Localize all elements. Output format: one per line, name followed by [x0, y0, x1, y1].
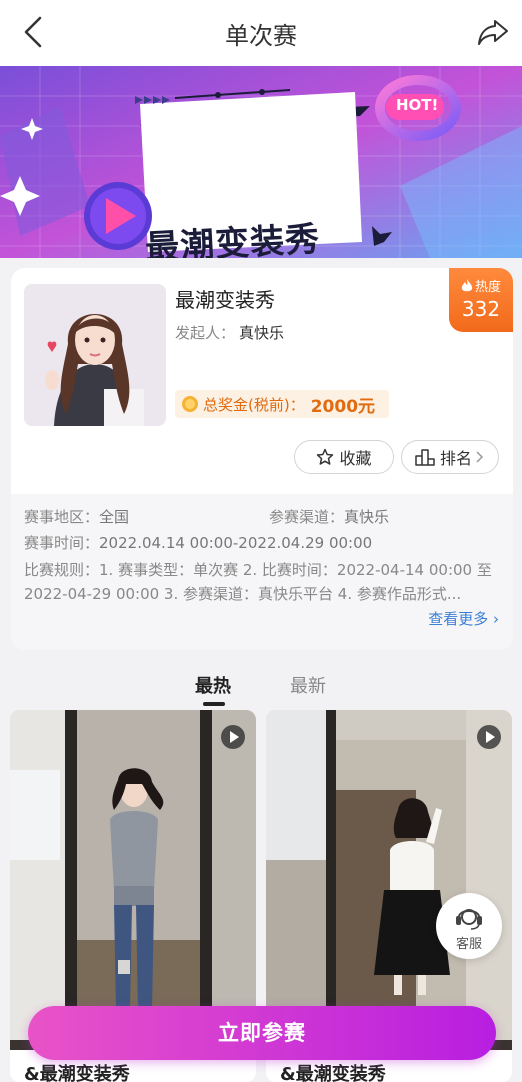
- entry-thumbnail: [266, 710, 512, 1050]
- channel-value: 真快乐: [344, 508, 390, 526]
- customer-service-button[interactable]: 客服: [436, 893, 502, 959]
- entry-thumbnail: [10, 710, 256, 1050]
- favorite-button[interactable]: 收藏: [294, 440, 394, 474]
- coin-icon: [182, 396, 198, 412]
- heat-badge: 热度 332: [449, 268, 513, 332]
- banner-headline: 最潮变装秀: [144, 219, 322, 258]
- play-icon: [221, 725, 245, 749]
- ranking-label: 排名: [439, 449, 472, 468]
- time-label: 赛事时间：: [24, 534, 100, 552]
- contest-details: 赛事地区：全国 参赛渠道：真快乐 赛事时间：2022.04.14 00:00-2…: [11, 494, 513, 650]
- channel-label: 参赛渠道：: [269, 508, 345, 526]
- organizer-label: 发起人：: [175, 324, 236, 342]
- headset-icon: [456, 909, 482, 930]
- chevron-right-icon: [476, 451, 484, 463]
- prize-pool-badge: 总奖金(税前)： 2000元: [175, 390, 390, 418]
- join-contest-button[interactable]: 立即参赛: [28, 1006, 496, 1060]
- flame-icon: [461, 278, 473, 291]
- contest-info-card: 最潮变装秀 发起人： 真快乐 总奖金(税前)： 2000元 热度 332 收藏 排…: [11, 268, 513, 650]
- entry-caption: &最潮变装秀: [280, 1064, 386, 1082]
- channel-field: 参赛渠道：真快乐: [269, 504, 389, 530]
- podium-icon: [415, 449, 435, 466]
- tab-newest[interactable]: 最新: [290, 672, 326, 698]
- contest-cover-image: [24, 284, 166, 426]
- time-value: 2022.04.14 00:00-2022.04.29 00:00: [99, 534, 373, 552]
- view-more-label: 查看更多: [428, 610, 489, 628]
- view-more-link[interactable]: 查看更多 ›: [428, 608, 499, 629]
- customer-service-label: 客服: [455, 937, 482, 952]
- feed-tabs: 最热 最新: [0, 660, 522, 708]
- ranking-button[interactable]: 排名: [401, 440, 499, 474]
- organizer-name: 真快乐: [239, 324, 285, 342]
- region-row: 赛事地区：全国 参赛渠道：真快乐: [24, 504, 500, 530]
- active-tab-indicator: [203, 702, 225, 706]
- favorite-label: 收藏: [339, 449, 372, 468]
- organizer-line: 发起人： 真快乐: [175, 322, 284, 343]
- play-icon: [477, 725, 501, 749]
- contest-banner[interactable]: 最潮变装秀 HOT!: [0, 66, 522, 258]
- region-label: 赛事地区：: [24, 508, 100, 526]
- contest-title: 最潮变装秀: [175, 288, 275, 312]
- share-arrow-icon[interactable]: [476, 16, 510, 48]
- rules-text: 比赛规则：1. 赛事类型：单次赛 2. 比赛时间：2022-04-14 00:0…: [24, 561, 492, 603]
- page-title: 单次赛: [225, 22, 297, 50]
- heat-label: 热度: [474, 280, 501, 295]
- tab-hottest[interactable]: 最热: [195, 672, 231, 698]
- entry-caption: &最潮变装秀: [24, 1064, 130, 1082]
- top-bar: 单次赛: [0, 0, 522, 66]
- prize-label: 总奖金(税前)：: [203, 395, 305, 414]
- hot-badge: HOT!: [396, 96, 439, 114]
- prize-amount: 2000元: [310, 396, 376, 417]
- time-row: 赛事时间：2022.04.14 00:00-2022.04.29 00:00: [24, 530, 500, 556]
- region-value: 全国: [99, 508, 130, 526]
- star-icon: [317, 448, 334, 465]
- heat-value: 332: [461, 297, 501, 321]
